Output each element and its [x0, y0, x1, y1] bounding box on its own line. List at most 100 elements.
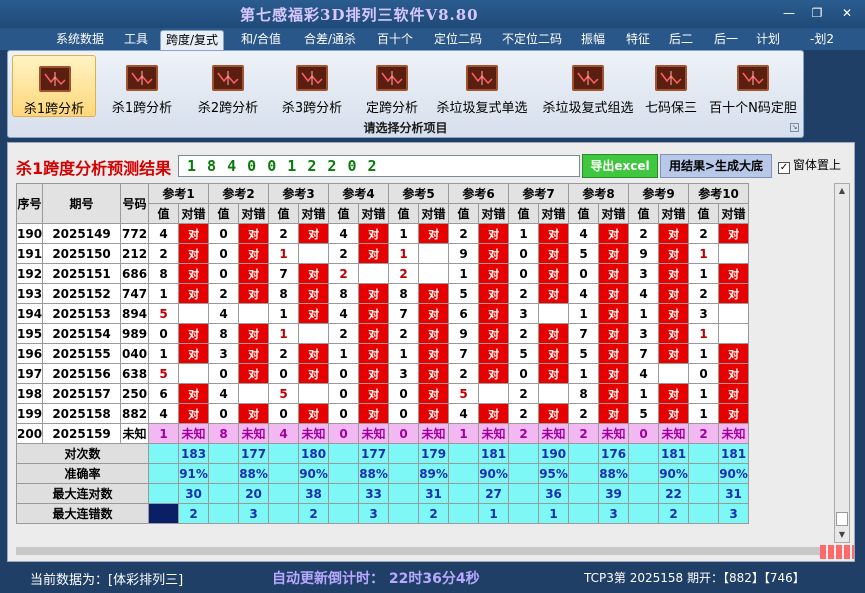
generate-base-button[interactable]: 用结果>生成大底 [660, 154, 772, 178]
table-row[interactable]: 193 2025152 747 1 对 2 对 8 对 8 对 8 对 5 对 2 对 4 对 4 对 2 对 [15, 283, 750, 304]
stats-spacer [388, 443, 420, 464]
table-row[interactable]: 197 2025156 638 5 0 对 0 对 0 对 3 对 2 对 0 对 1 对 4 0 对 [15, 363, 750, 384]
hit-cell: 对 [298, 263, 330, 284]
stats-value: 20 [238, 483, 270, 504]
value-cell: 0 [208, 403, 240, 424]
value-cell: 5 [568, 243, 600, 264]
miss-cell [238, 383, 270, 404]
prediction-value: 1 [448, 423, 480, 444]
row-period: 2025157 [42, 383, 122, 404]
menu-tab-10[interactable]: 特征 [620, 30, 656, 50]
menu-tab-6[interactable]: 百十个 [372, 30, 418, 50]
stats-label: 最大连对数 [15, 483, 150, 504]
menu-tab-13[interactable]: 计划 [752, 30, 784, 50]
hit-cell: 对 [358, 403, 390, 424]
table-row[interactable]: 192 2025151 686 8 对 0 对 7 对 2 2 1 对 0 对 0 对 3 对 1 对 [15, 263, 750, 284]
hit-cell: 对 [418, 363, 450, 384]
row-seq: 190 [15, 223, 44, 244]
menu-tab-7[interactable]: 定位二码 [428, 30, 488, 50]
ribbon-button-1[interactable]: 杀1跨分析 [12, 55, 96, 117]
chart-analysis-icon [466, 65, 498, 91]
ribbon-button-9[interactable]: 百十个N码定胆 [706, 55, 800, 117]
current-data-label: 当前数据为：[体彩排列三] [30, 573, 184, 588]
ribbon-button-6[interactable]: 杀垃圾复式单选 [432, 55, 532, 117]
ribbon-button-2[interactable]: 杀1跨分析 [102, 55, 182, 117]
value-cell: 7 [568, 323, 600, 344]
menu-tab-5[interactable]: 合差/通杀 [298, 30, 362, 50]
ribbon-button-5[interactable]: 定跨分析 [358, 55, 426, 117]
menu-tab-14[interactable]: -划2 [808, 30, 836, 50]
ribbon-button-3[interactable]: 杀2跨分析 [188, 55, 268, 117]
table-row[interactable]: 199 2025158 882 4 对 0 对 0 对 0 对 0 对 4 对 2 对 2 对 5 对 1 对 [15, 403, 750, 424]
table-row[interactable]: 196 2025155 040 1 对 3 对 2 对 1 对 1 对 7 对 5 对 5 对 7 对 1 对 [15, 343, 750, 364]
stats-value: 27 [478, 483, 510, 504]
header-period: 期号 [42, 183, 122, 224]
value-cell: 7 [628, 343, 660, 364]
stats-spacer [688, 443, 720, 464]
hit-cell: 对 [238, 263, 270, 284]
stats-value: 3 [598, 503, 630, 524]
value-cell: 5 [268, 383, 300, 404]
scroll-down-icon[interactable]: ▼ [835, 528, 849, 542]
hit-cell: 对 [598, 223, 630, 244]
ribbon-button-7[interactable]: 杀垃圾复式组选 [538, 55, 638, 117]
hit-cell: 对 [298, 303, 330, 324]
value-cell: 8 [268, 283, 300, 304]
menu-tab-12[interactable]: 后一 [706, 30, 746, 50]
ribbon-button-4[interactable]: 杀3跨分析 [272, 55, 352, 117]
menu-tab-4[interactable]: 和/合值 [236, 30, 286, 50]
resize-grip[interactable] [820, 545, 854, 559]
value-cell: 0 [508, 263, 540, 284]
menu-tab-1[interactable]: 系统数据 [52, 30, 108, 50]
hit-cell: 对 [298, 343, 330, 364]
menu-tab-8[interactable]: 不定位二码 [496, 30, 568, 50]
result-field[interactable]: 1 8 4 0 0 1 2 2 0 2 [178, 155, 580, 177]
value-cell: 1 [388, 343, 420, 364]
hit-cell: 对 [658, 323, 690, 344]
menu-tab-9[interactable]: 振幅 [576, 30, 610, 50]
latest-draw: TCP3第 2025158 期开：【882】【746】 [584, 571, 805, 585]
menu-tab-11[interactable]: 后二 [664, 30, 698, 50]
row-period: 2025149 [42, 223, 122, 244]
menu-tab-3[interactable]: 跨度/复式 [160, 30, 224, 50]
ribbon-button-8[interactable]: 七码保三 [640, 55, 702, 117]
menu-tab-2[interactable]: 工具 [120, 30, 152, 50]
hit-cell: 对 [658, 343, 690, 364]
hit-cell: 对 [718, 283, 750, 304]
scroll-thumb[interactable] [836, 512, 848, 526]
minimize-icon[interactable]: — [778, 4, 800, 22]
stats-value: 190 [538, 443, 570, 464]
row-seq: 192 [15, 263, 44, 284]
vertical-scrollbar[interactable]: ▲ ▼ [834, 183, 850, 543]
value-cell: 1 [388, 223, 420, 244]
prediction-value: 0 [628, 423, 660, 444]
export-excel-button[interactable]: 导出excel [582, 154, 658, 178]
stats-value: 2 [418, 503, 450, 524]
value-cell: 1 [148, 283, 180, 304]
stats-spacer [448, 503, 480, 524]
stats-value: 177 [358, 443, 390, 464]
value-cell: 6 [448, 303, 480, 324]
stats-spacer [568, 483, 600, 504]
table-row[interactable]: 191 2025150 212 2 对 0 对 1 2 对 1 9 对 0 对 5 对 9 对 1 [15, 243, 750, 264]
prediction-row[interactable]: 200 2025159 未知 1 未知 8 未知 4 未知 0 未知 0 未知 1 未知 2 未知 2 未知 0 未知 2… [15, 423, 750, 444]
value-cell: 8 [148, 263, 180, 284]
header-value: 值 [508, 203, 540, 224]
value-cell: 0 [148, 323, 180, 344]
row-seq: 199 [15, 403, 44, 424]
row-period: 2025156 [42, 363, 122, 384]
stats-spacer [448, 443, 480, 464]
dialog-launcher-icon[interactable]: ↘ [790, 123, 799, 132]
stats-spacer [148, 503, 180, 524]
table-row[interactable]: 190 2025149 772 4 对 0 对 2 对 4 对 1 对 2 对 1 对 4 对 2 对 2 对 [15, 223, 750, 244]
scroll-up-icon[interactable]: ▲ [835, 184, 849, 198]
prediction-status: 未知 [418, 423, 450, 444]
value-cell: 2 [388, 323, 420, 344]
table-row[interactable]: 195 2025154 989 0 对 8 对 1 2 对 2 对 9 对 2 对 7 对 3 对 1 [15, 323, 750, 344]
close-icon[interactable]: ✕ [836, 4, 858, 22]
header-ref: 参考1 [148, 183, 210, 204]
table-row[interactable]: 194 2025153 894 5 4 1 对 4 对 7 对 6 对 3 1 对 1 对 3 [15, 303, 750, 324]
topmost-checkbox[interactable]: ✓ 窗体置上 [778, 156, 854, 174]
restore-icon[interactable]: ❐ [806, 4, 828, 22]
table-row[interactable]: 198 2025157 250 6 对 4 5 0 对 0 对 5 2 8 对 1 对 1 对 [15, 383, 750, 404]
